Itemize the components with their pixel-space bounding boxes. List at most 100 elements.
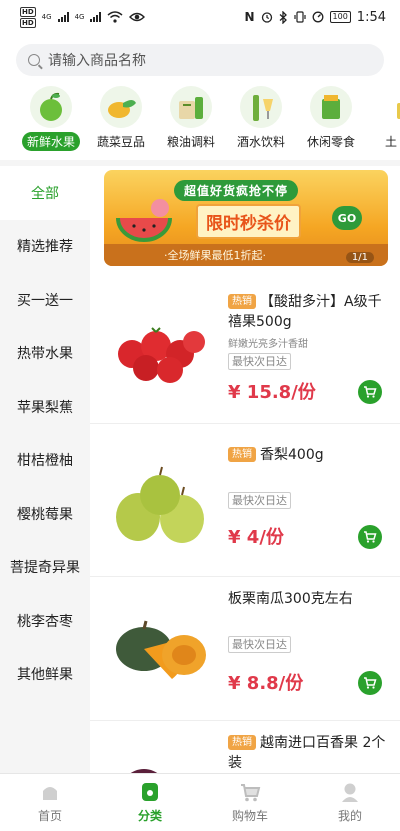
hd-badge: HD [20,6,36,17]
product-name: 板栗南瓜300克左右 [228,591,353,607]
status-right: N 100 1:54 [244,10,386,25]
delivery-tag: 最快次日达 [228,492,291,509]
product-info: 板栗南瓜300克左右 最快次日达 [228,589,390,653]
cart-icon [364,531,377,543]
bottom-nav: 首页 分类 购物车 我的 [0,773,400,831]
cart-icon [241,784,261,802]
status-bar: HD HD 4G 4G N 100 1:54 [0,0,400,34]
sidebar-item-bogo[interactable]: 买一送一 [0,273,90,327]
product-card[interactable]: 板栗南瓜300克左右 最快次日达 ¥ 8.8/份 [90,577,400,721]
sidebar-item-featured[interactable]: 精选推荐 [0,220,90,274]
product-name-row: 热销 【酸甜多汁】A级千禧果500g [228,292,390,332]
signal-icon [90,12,102,22]
sidebar-item-citrus[interactable]: 柑桔橙柚 [0,434,90,488]
category-label: 休闲零食 [306,135,355,149]
search-icon [28,54,40,66]
vegetable-icon [100,86,142,128]
sidebar-item-all[interactable]: 全部 [0,166,90,220]
alarm-icon [261,12,272,23]
profile-icon [342,783,358,802]
nav-profile[interactable]: 我的 [300,774,400,831]
search-input[interactable]: 请输入商品名称 [16,44,384,76]
banner-go-button[interactable]: GO [332,206,362,230]
category-strip: 新鲜水果 蔬菜豆品 粮油调料 酒水饮料 休闲零食 土 [0,84,400,156]
hot-badge: 热销 [228,294,256,309]
wifi-icon [107,11,123,23]
delivery-tag: 最快次日达 [228,636,291,653]
data-saver-icon [312,11,323,23]
product-name-row: 热销 香梨400g [228,445,390,465]
category-vegetables[interactable]: 蔬菜豆品 [86,84,156,156]
product-price: ¥ 4/份 [228,527,284,548]
grain-oil-icon [170,86,212,128]
product-image-pear [116,466,204,543]
cart-icon [364,677,377,689]
search-placeholder: 请输入商品名称 [48,53,146,69]
eye-icon [129,12,146,22]
banner-title: 超值好货疯抢不停 [174,180,299,201]
product-card[interactable]: 热销 越南进口百香果 2个装 [90,721,400,773]
bluetooth-icon [279,10,287,24]
product-name-row: 热销 越南进口百香果 2个装 [228,733,390,773]
sidebar-item-kiwi[interactable]: 菩提奇异果 [0,541,90,595]
delivery-tag: 最快次日达 [228,353,291,370]
sidebar-item-stone-fruit[interactable]: 桃李杏枣 [0,594,90,648]
nav-category[interactable]: 分类 [100,774,200,831]
add-to-cart-button[interactable] [358,380,382,404]
category-icon [142,783,158,801]
sidebar-item-apple-pear-banana[interactable]: 苹果梨蕉 [0,380,90,434]
category-sidebar: 全部 精选推荐 买一送一 热带水果 苹果梨蕉 柑桔橙柚 樱桃莓果 菩提奇异果 桃… [0,166,90,773]
nav-label: 首页 [37,809,62,823]
product-name: 香梨400g [260,447,324,463]
sidebar-item-cherry-berry[interactable]: 樱桃莓果 [0,487,90,541]
watermelon-icon [116,199,172,242]
product-image-passion-fruit [130,769,158,773]
drinks-icon [240,86,282,128]
hot-badge: 热销 [228,447,256,462]
battery-indicator: 100 [329,11,351,23]
add-to-cart-button[interactable] [358,525,382,549]
category-label: 新鲜水果 [21,132,80,151]
product-image-cherry-tomato [118,327,205,383]
category-local[interactable]: 土 [356,84,400,156]
category-fresh-fruit[interactable]: 新鲜水果 [16,84,86,156]
category-label: 蔬菜豆品 [96,135,145,149]
snacks-icon [310,86,352,128]
banner-headline: 限时秒杀价 [196,204,301,239]
signal-icon [57,12,69,22]
category-label: 粮油调料 [166,135,215,149]
category-drinks[interactable]: 酒水饮料 [226,84,296,156]
banner-subtitle: ·全场鲜果最低1折起· [164,249,266,262]
local-icon [370,86,400,128]
product-card[interactable]: 热销 【酸甜多汁】A级千禧果500g 鲜嫩光亮多汁香甜 最快次日达 ¥ 15.8/… [90,280,400,424]
hot-badge: 热销 [228,735,256,750]
nav-label: 我的 [337,809,362,823]
nav-cart[interactable]: 购物车 [200,774,300,831]
product-card[interactable]: 热销 香梨400g 最快次日达 ¥ 4/份 [90,433,400,577]
nav-label: 购物车 [231,809,268,823]
clock: 1:54 [356,9,386,25]
category-label: 土 [384,135,397,149]
product-price: ¥ 15.8/份 [228,382,316,403]
product-info: 热销 【酸甜多汁】A级千禧果500g 鲜嫩光亮多汁香甜 最快次日达 [228,292,390,370]
product-name-row: 板栗南瓜300克左右 [228,589,390,609]
status-left: HD HD 4G 4G [20,6,146,28]
promo-banner[interactable]: 超值好货疯抢不停 限时秒杀价 GO ·全场鲜果最低1折起· 1/1 [104,170,388,266]
product-info: 热销 香梨400g 最快次日达 [228,445,390,509]
network-label: 4G [41,13,52,21]
category-grain-oil[interactable]: 粮油调料 [156,84,226,156]
nav-home[interactable]: 首页 [0,774,100,831]
cart-icon [364,386,377,398]
product-desc [228,468,390,488]
home-icon [43,787,57,800]
category-label: 酒水饮料 [236,135,285,149]
nfc-icon: N [244,10,255,24]
product-desc: 鲜嫩光亮多汁香甜 [228,339,308,350]
product-info: 热销 越南进口百香果 2个装 [228,733,390,773]
add-to-cart-button[interactable] [358,671,382,695]
hd-badge: HD [20,17,36,28]
network-label: 4G [74,13,85,21]
sidebar-item-other[interactable]: 其他鲜果 [0,648,90,702]
sidebar-item-tropical[interactable]: 热带水果 [0,327,90,381]
product-image-pumpkin [116,620,206,679]
